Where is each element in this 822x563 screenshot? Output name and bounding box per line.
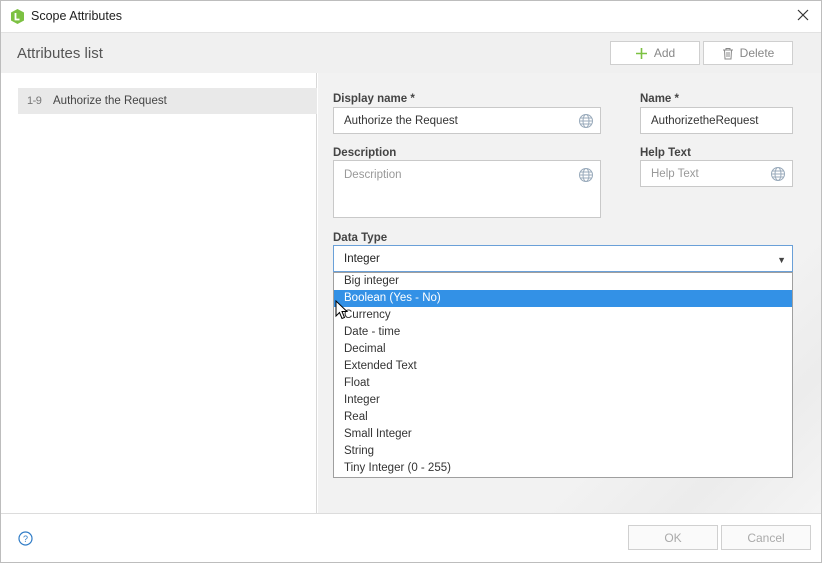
- dropdown-option-highlighted[interactable]: Boolean (Yes - No): [334, 290, 792, 307]
- dropdown-option[interactable]: Small Integer: [334, 426, 792, 443]
- scope-attributes-dialog: Scope Attributes Attributes list Add Del…: [0, 0, 822, 563]
- ok-button[interactable]: OK: [628, 525, 718, 550]
- add-button[interactable]: Add: [610, 41, 700, 65]
- dropdown-option[interactable]: Decimal: [334, 341, 792, 358]
- help-icon[interactable]: ?: [18, 531, 33, 546]
- help-text-placeholder: Help Text: [651, 167, 699, 180]
- list-item[interactable]: 1-9 Authorize the Request: [18, 88, 317, 114]
- plus-icon: [635, 47, 647, 59]
- title-bar: Scope Attributes: [1, 1, 821, 32]
- globe-icon[interactable]: [578, 167, 594, 183]
- app-logo-icon: [11, 9, 24, 24]
- attribute-editor: Display name * Authorize the Request Nam…: [318, 73, 821, 513]
- chevron-down-icon[interactable]: ▼: [777, 255, 786, 265]
- globe-icon[interactable]: [578, 113, 594, 129]
- display-name-value: Authorize the Request: [344, 114, 458, 127]
- footer: ? OK Cancel: [1, 513, 821, 562]
- data-type-label: Data Type: [333, 232, 388, 244]
- description-label: Description: [333, 147, 397, 159]
- dropdown-option[interactable]: Tiny Integer (0 - 255): [334, 460, 792, 477]
- data-type-dropdown-list: Big integer Boolean (Yes - No) Currency …: [333, 272, 793, 478]
- mouse-cursor-icon: [335, 300, 349, 320]
- add-button-label: Add: [653, 46, 676, 60]
- dropdown-option[interactable]: Date - time: [334, 324, 792, 341]
- name-label: Name *: [640, 93, 679, 105]
- delete-button[interactable]: Delete: [703, 41, 793, 65]
- attribute-name: Authorize the Request: [53, 95, 167, 107]
- description-field[interactable]: Description: [333, 160, 601, 218]
- attributes-list-title: Attributes list: [17, 45, 103, 62]
- name-field[interactable]: AuthorizetheRequest: [640, 107, 793, 134]
- integer-type-badge: 1-9: [27, 95, 42, 107]
- attributes-list: 1-9 Authorize the Request: [1, 73, 317, 513]
- dropdown-option[interactable]: Big integer: [334, 273, 792, 290]
- dropdown-option[interactable]: Integer: [334, 392, 792, 409]
- dropdown-option[interactable]: Currency: [334, 307, 792, 324]
- window-title: Scope Attributes: [31, 9, 123, 23]
- globe-icon[interactable]: [770, 166, 786, 182]
- display-name-field[interactable]: Authorize the Request: [333, 107, 601, 134]
- toolbar: Attributes list Add Delete: [1, 32, 821, 73]
- svg-text:?: ?: [23, 534, 28, 544]
- delete-button-label: Delete: [739, 46, 775, 60]
- help-text-field[interactable]: Help Text: [640, 160, 793, 187]
- trash-icon: [722, 47, 733, 59]
- data-type-select[interactable]: Integer ▼: [333, 245, 793, 272]
- dropdown-option[interactable]: Extended Text: [334, 358, 792, 375]
- display-name-label: Display name *: [333, 93, 415, 105]
- dropdown-option[interactable]: Real: [334, 409, 792, 426]
- dropdown-option[interactable]: Float: [334, 375, 792, 392]
- cancel-button[interactable]: Cancel: [721, 525, 811, 550]
- description-placeholder: Description: [344, 169, 402, 181]
- data-type-selected: Integer: [344, 252, 380, 265]
- dropdown-option[interactable]: String: [334, 443, 792, 460]
- close-icon[interactable]: [795, 7, 811, 23]
- name-value: AuthorizetheRequest: [651, 114, 759, 127]
- help-text-label: Help Text: [640, 147, 691, 159]
